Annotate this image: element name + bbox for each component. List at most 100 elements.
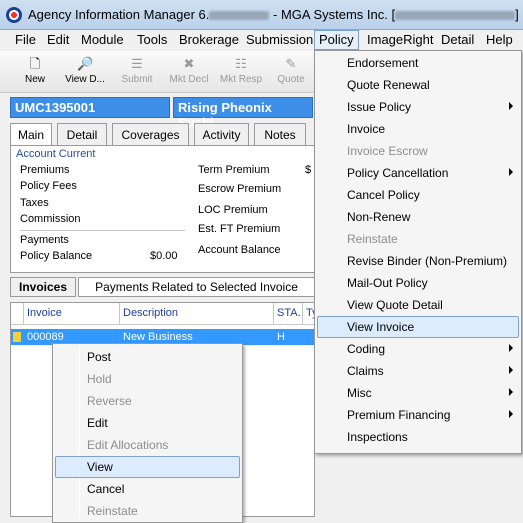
column-invoice[interactable]: Invoice [24, 303, 120, 325]
invoice-tabs: Invoices Payments Related to Selected In… [10, 277, 315, 297]
row-selector-header [11, 303, 24, 325]
policy-balance-label: Policy Balance [20, 250, 93, 262]
menu-item-non-renew[interactable]: Non-Renew [317, 206, 519, 228]
tab-activity[interactable]: Activity [194, 123, 249, 145]
menu-item-policy-cancellation[interactable]: Policy Cancellation [317, 162, 519, 184]
mkt-resp-button[interactable]: ☷ Mkt Resp [218, 53, 264, 91]
menu-item-label: Premium Financing [347, 408, 451, 422]
context-edit-allocations[interactable]: Edit Allocations [55, 434, 240, 456]
premiums-label: Premiums [20, 164, 70, 176]
context-view[interactable]: View [55, 456, 240, 478]
context-post[interactable]: Post [55, 346, 240, 368]
menu-item-revise-binder[interactable]: Revise Binder (Non-Premium) [317, 250, 519, 272]
menu-file[interactable]: File [15, 32, 36, 47]
policy-menu: Endorsement Quote Renewal Issue Policy I… [314, 50, 522, 454]
menu-item-coding[interactable]: Coding [317, 338, 519, 360]
window-title: Agency Information Manager 6. - MGA Syst… [28, 7, 519, 22]
menu-item-label: Endorsement [347, 56, 419, 70]
menu-item-quote-renewal[interactable]: Quote Renewal [317, 74, 519, 96]
view-document-button[interactable]: 🔎 View D... [62, 53, 108, 91]
column-description[interactable]: Description [120, 303, 274, 325]
menu-item-claims[interactable]: Claims [317, 360, 519, 382]
quote-icon: ✎ [285, 56, 297, 71]
menu-item-label: Misc [347, 386, 372, 400]
policy-balance-value: $0.00 [150, 250, 178, 262]
quote-button[interactable]: ✎ Quote [268, 53, 314, 91]
menu-policy[interactable]: Policy [314, 30, 359, 50]
menu-item-label: View Quote Detail [347, 298, 443, 312]
menu-help[interactable]: Help [486, 32, 513, 47]
menu-item-reinstate[interactable]: Reinstate [317, 228, 519, 250]
menu-submission[interactable]: Submission [246, 32, 313, 47]
menu-item-label: Claims [347, 364, 384, 378]
menu-item-invoice[interactable]: Invoice [317, 118, 519, 140]
commission-label: Commission [20, 213, 81, 225]
mkt-decl-button[interactable]: ✖ Mkt Decl [166, 53, 212, 91]
menu-edit[interactable]: Edit [47, 32, 69, 47]
account-balance-label: Account Balance [198, 244, 281, 256]
context-edit[interactable]: Edit [55, 412, 240, 434]
menu-item-invoice-escrow[interactable]: Invoice Escrow [317, 140, 519, 162]
menu-item-label: Revise Binder (Non-Premium) [347, 254, 508, 268]
menu-item-label: Reinstate [347, 232, 398, 246]
market-decline-icon: ✖ [183, 56, 195, 71]
tab-detail[interactable]: Detail [57, 123, 107, 145]
new-label: New [24, 74, 45, 85]
term-premium-value: $ [305, 164, 312, 176]
tab-main[interactable]: Main [10, 123, 52, 146]
row-pointer-icon [13, 332, 21, 342]
context-reinstate[interactable]: Reinstate [55, 500, 240, 522]
menu-item-label: Inspections [347, 430, 408, 444]
submit-icon: ☰ [131, 56, 143, 71]
mkt-decl-label: Mkt Decl [169, 74, 209, 85]
new-button[interactable]: 🗋 New [12, 53, 58, 91]
context-reverse[interactable]: Reverse [55, 390, 240, 412]
title-close-bracket: ] [515, 7, 519, 22]
menu-item-mail-out-policy[interactable]: Mail-Out Policy [317, 272, 519, 294]
menu-item-view-quote-detail[interactable]: View Quote Detail [317, 294, 519, 316]
menu-item-label: Invoice [347, 122, 386, 136]
menu-item-cancel-policy[interactable]: Cancel Policy [317, 184, 519, 206]
tab-invoices[interactable]: Invoices [10, 277, 76, 297]
submenu-arrow-icon [509, 366, 513, 374]
title-bar: Agency Information Manager 6. - MGA Syst… [0, 0, 523, 30]
menu-brokerage[interactable]: Brokerage [179, 32, 239, 47]
title-prefix: Agency Information Manager 6. [28, 7, 210, 22]
tab-coverages[interactable]: Coverages [112, 123, 189, 145]
menu-module[interactable]: Module [81, 32, 124, 47]
est-ft-premium-label: Est. FT Premium [198, 223, 281, 235]
invoice-status: H [277, 331, 285, 343]
column-status[interactable]: STA. [274, 303, 303, 325]
detail-tabs: Main Detail Coverages Activity Notes [10, 123, 315, 146]
context-hold[interactable]: Hold [55, 368, 240, 390]
menu-item-label: Issue Policy [347, 100, 412, 114]
payments-label: Payments [20, 234, 69, 246]
quote-label: Quote [277, 74, 305, 85]
menu-detail[interactable]: Detail [441, 32, 474, 47]
menu-item-misc[interactable]: Misc [317, 382, 519, 404]
menu-bar: File Edit Module Tools Brokerage Submiss… [0, 30, 523, 50]
account-current-panel: Account Current Premiums Policy Fees Tax… [10, 145, 315, 273]
menu-item-premium-financing[interactable]: Premium Financing [317, 404, 519, 426]
context-cancel[interactable]: Cancel [55, 478, 240, 500]
submit-button[interactable]: ☰ Submit [114, 53, 160, 91]
menu-item-label: Quote Renewal [347, 78, 430, 92]
menu-tools[interactable]: Tools [137, 32, 167, 47]
tab-notes[interactable]: Notes [254, 123, 306, 145]
menu-item-view-invoice[interactable]: View Invoice [317, 316, 519, 338]
record-header: UMC1395001 Rising Pheonix Sushi [10, 97, 313, 130]
redacted-version [209, 11, 270, 21]
tab-payments-related[interactable]: Payments Related to Selected Invoice [78, 277, 315, 297]
policy-number: UMC1395001 [10, 97, 170, 118]
invoice-context-menu: Post Hold Reverse Edit Edit Allocations … [52, 343, 243, 523]
new-document-icon: 🗋 [29, 56, 41, 71]
menu-item-inspections[interactable]: Inspections [317, 426, 519, 448]
menu-item-label: Invoice Escrow [347, 144, 428, 158]
menu-item-issue-policy[interactable]: Issue Policy [317, 96, 519, 118]
menu-item-label: Non-Renew [347, 210, 411, 224]
app-logo-icon [6, 7, 22, 23]
menu-item-endorsement[interactable]: Endorsement [317, 52, 519, 74]
menu-imageright[interactable]: ImageRight [367, 32, 433, 47]
taxes-label: Taxes [20, 197, 49, 209]
policy-fees-label: Policy Fees [20, 180, 77, 192]
